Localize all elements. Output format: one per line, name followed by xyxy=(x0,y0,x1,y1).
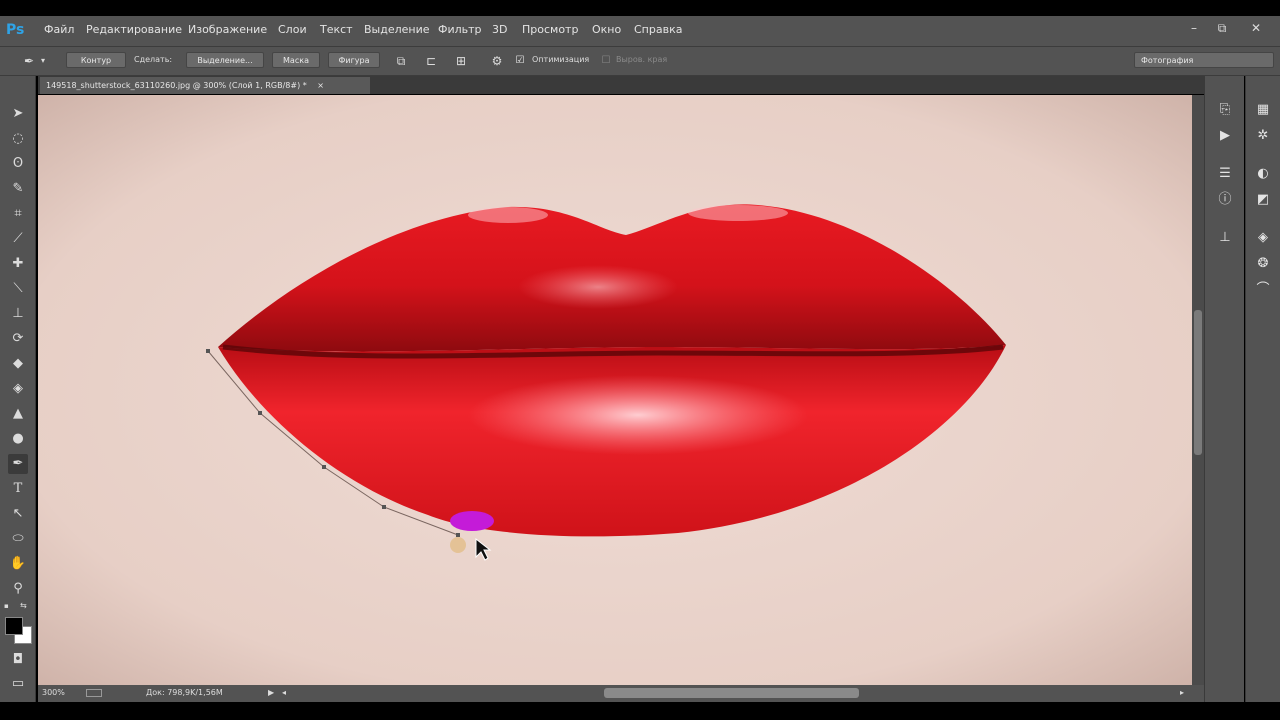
status-menu-icon[interactable]: ▶ xyxy=(268,686,274,700)
blur-icon[interactable]: ▲ xyxy=(8,404,28,424)
path-operations-icon[interactable]: ⧉ xyxy=(392,52,410,70)
swatches-panel-icon[interactable]: ✲ xyxy=(1252,126,1274,146)
upper-lip-gloss xyxy=(518,265,678,309)
quick-select-icon[interactable]: ✎ xyxy=(8,179,28,199)
styles-panel-icon[interactable]: ◩ xyxy=(1252,190,1274,210)
anchor-highlight xyxy=(450,511,494,531)
align-edges-label: Выров. края xyxy=(616,55,668,64)
document-canvas[interactable] xyxy=(38,95,1192,685)
lower-lip-gloss xyxy=(468,375,808,455)
paint-bucket-icon[interactable]: ◈ xyxy=(8,379,28,399)
crop-icon[interactable]: ⌗ xyxy=(8,204,28,224)
menu-edit[interactable]: Редактирование xyxy=(86,22,182,38)
vertical-scroll-thumb[interactable] xyxy=(1194,310,1202,455)
menu-select[interactable]: Выделение xyxy=(364,22,430,38)
restore-button[interactable]: ⧉ xyxy=(1212,19,1232,37)
zoom-icon[interactable]: ⚲ xyxy=(8,579,28,599)
workspace-select[interactable]: Фотография xyxy=(1134,52,1274,68)
screen-bottom-border xyxy=(0,702,1280,720)
quick-mask-icon[interactable]: ◘ xyxy=(8,650,28,670)
menu-layers[interactable]: Слои xyxy=(278,22,307,38)
info-panel-icon[interactable]: ⓘ xyxy=(1214,190,1236,210)
foreground-color-swatch[interactable] xyxy=(5,617,23,635)
menu-file[interactable]: Файл xyxy=(44,22,74,38)
menu-help[interactable]: Справка xyxy=(634,22,682,38)
eyedropper-icon[interactable]: ⟋ xyxy=(8,229,28,249)
scroll-right-icon[interactable]: ▸ xyxy=(1180,686,1184,700)
layers-panel-icon[interactable]: ◈ xyxy=(1252,228,1274,248)
menu-view[interactable]: Просмотр xyxy=(522,22,578,38)
hand-icon[interactable]: ✋ xyxy=(8,554,28,574)
brush-icon[interactable]: ⟍ xyxy=(8,279,28,299)
gear-icon[interactable]: ⚙ xyxy=(488,52,506,70)
shape-button[interactable]: Фигура xyxy=(328,52,380,68)
menu-type[interactable]: Текст xyxy=(320,22,353,38)
type-icon[interactable]: T xyxy=(8,479,28,499)
chevron-down-icon[interactable]: ▾ xyxy=(38,52,48,70)
dodge-icon[interactable]: ● xyxy=(8,429,28,449)
align-edges-checkbox[interactable]: ☐ xyxy=(600,52,612,70)
optimize-label: Оптимизация xyxy=(532,55,590,64)
properties-panel-icon[interactable]: ☰ xyxy=(1214,164,1236,184)
screen-top-border xyxy=(0,0,1280,16)
history-brush-icon[interactable]: ⟳ xyxy=(8,329,28,349)
menu-3d[interactable]: 3D xyxy=(492,22,507,38)
make-label: Сделать: xyxy=(134,55,173,64)
channels-panel-icon[interactable]: ❂ xyxy=(1252,254,1274,274)
anchor-point[interactable] xyxy=(382,505,386,509)
default-colors-icon[interactable]: ▪ xyxy=(4,602,12,610)
optimize-checkbox[interactable]: ☑ xyxy=(514,52,526,70)
color-panel-icon[interactable]: ▦ xyxy=(1252,100,1274,120)
menu-filter[interactable]: Фильтр xyxy=(438,22,482,38)
upper-lip-highlight-left xyxy=(468,207,548,223)
lips-photo xyxy=(38,95,1192,685)
document-tab-title: 149518_shutterstock_63110260.jpg @ 300% … xyxy=(46,81,307,90)
move-icon[interactable]: ➤ xyxy=(8,104,28,124)
anchor-point[interactable] xyxy=(206,349,210,353)
anchor-point[interactable] xyxy=(258,411,262,415)
upper-lip-highlight-right xyxy=(688,205,788,221)
path-alignment-icon[interactable]: ⊏ xyxy=(422,52,440,70)
swap-colors-icon[interactable]: ⇆ xyxy=(20,601,30,611)
ellipse-shape-icon[interactable]: ⬭ xyxy=(8,529,28,549)
scroll-left-icon[interactable]: ◂ xyxy=(282,686,286,700)
eraser-icon[interactable]: ◆ xyxy=(8,354,28,374)
proof-icon[interactable] xyxy=(86,689,102,697)
clone-source-icon[interactable]: ⊥ xyxy=(1214,228,1236,248)
zoom-level[interactable]: 300% xyxy=(42,686,65,700)
mode-select[interactable]: Контур xyxy=(66,52,126,68)
path-select-icon[interactable]: ↖ xyxy=(8,504,28,524)
document-size: Док: 798,9K/1,56M xyxy=(146,688,223,697)
pen-tool-preset-icon[interactable]: ✒ xyxy=(20,52,38,70)
healing-brush-icon[interactable]: ✚ xyxy=(8,254,28,274)
history-panel-icon[interactable]: ⎘ xyxy=(1214,100,1236,120)
horizontal-scroll-thumb[interactable] xyxy=(604,688,859,698)
paths-panel-icon[interactable]: ⌒ xyxy=(1252,280,1274,300)
screen-mode-icon[interactable]: ▭ xyxy=(8,674,28,694)
photoshop-logo: Ps xyxy=(6,22,25,38)
minimize-button[interactable]: – xyxy=(1184,19,1204,37)
click-indicator xyxy=(450,537,466,553)
mask-button[interactable]: Маска xyxy=(272,52,320,68)
pen-icon[interactable]: ✒ xyxy=(8,454,28,474)
document-tab[interactable]: 149518_shutterstock_63110260.jpg @ 300% … xyxy=(40,77,370,94)
anchor-point[interactable] xyxy=(322,465,326,469)
close-tab-icon[interactable]: × xyxy=(317,81,324,90)
menu-image[interactable]: Изображение xyxy=(188,22,267,38)
close-button[interactable]: ✕ xyxy=(1246,19,1266,37)
adjustments-panel-icon[interactable]: ◐ xyxy=(1252,164,1274,184)
anchor-point[interactable] xyxy=(456,533,460,537)
clone-stamp-icon[interactable]: ⊥ xyxy=(8,304,28,324)
path-arrangement-icon[interactable]: ⊞ xyxy=(452,52,470,70)
actions-panel-icon[interactable]: ▶ xyxy=(1214,126,1236,146)
selection-button[interactable]: Выделение... xyxy=(186,52,264,68)
lasso-icon[interactable]: ʘ xyxy=(8,154,28,174)
ellipse-marquee-icon[interactable]: ◌ xyxy=(8,129,28,149)
menu-window[interactable]: Окно xyxy=(592,22,621,38)
